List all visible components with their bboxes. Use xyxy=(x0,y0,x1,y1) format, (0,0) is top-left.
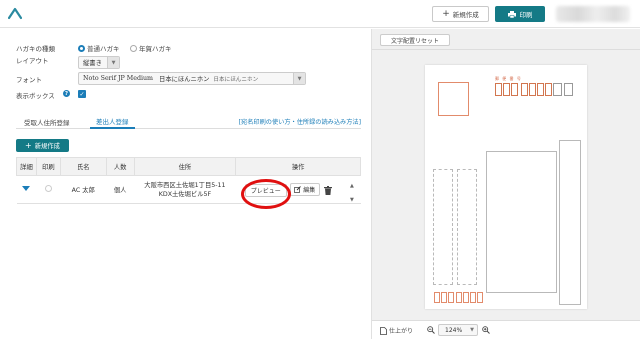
table-scroll-arrows[interactable]: ▲ ▼ xyxy=(350,179,354,207)
font-select-value: Noto Serif JP Medium xyxy=(83,75,154,82)
table-header-detail: 詳細 xyxy=(16,157,37,176)
table-header-count: 人数 xyxy=(105,157,135,176)
zoom-value: 124% xyxy=(445,326,463,334)
chevron-down-icon: ▼ xyxy=(293,73,305,84)
radio-unselected-icon xyxy=(130,44,137,52)
sender-zip-box xyxy=(441,292,447,303)
print-select-radio[interactable] xyxy=(44,185,52,192)
help-link[interactable]: [宛名印刷の使い方・住所録の読み込み方法] xyxy=(239,117,361,126)
preview-panel: 文字配置リセット 郵 便 番 号 仕上がり 124% ▼ xyxy=(371,29,640,339)
recipient-address-area xyxy=(559,140,581,305)
radio-selected-icon xyxy=(78,44,85,52)
sender-name-area xyxy=(457,169,477,285)
reset-layout-label: 文字配置リセット xyxy=(390,37,439,45)
expand-triangle-icon[interactable] xyxy=(22,186,31,191)
stamp-area xyxy=(438,82,469,116)
row-address-line2: KDX土佐堀ビル5F xyxy=(158,190,212,198)
finish-toggle[interactable]: 仕上がり xyxy=(380,326,413,335)
reset-layout-button[interactable]: 文字配置リセット xyxy=(380,34,450,46)
zip-box xyxy=(553,83,562,96)
row-address: 大阪市西区土佐堀1丁目5-11 KDX土佐堀ビル5F xyxy=(134,175,236,204)
table-header-actions: 操作 xyxy=(235,157,361,176)
tab-bar: 受取人住所登録 差出人登録 [宛名印刷の使い方・住所録の読み込み方法] xyxy=(16,114,361,129)
sender-zip-box xyxy=(448,292,454,303)
font-label: フォント xyxy=(16,76,42,84)
divider xyxy=(372,49,640,50)
plus-icon: + xyxy=(25,141,32,150)
sender-zip-box xyxy=(477,292,483,303)
preview-toolbar: 仕上がり 124% ▼ xyxy=(372,320,640,339)
postcard-type-newyear-radio[interactable]: 年賀ハガキ xyxy=(130,43,172,53)
postcard-preview: 郵 便 番 号 xyxy=(425,65,587,309)
show-box-checkbox[interactable]: ✓ xyxy=(78,90,86,98)
sender-zip-box xyxy=(470,292,476,303)
settings-panel: ハガキの種類 普通ハガキ 年賀ハガキ レイアウト 縦書き ▼ フォント Noto… xyxy=(0,29,370,339)
printer-icon xyxy=(507,10,516,18)
sender-table: 詳細 印刷 氏名 人数 住所 操作 AC 太郎 個人 大阪市西区土佐堀1丁目5-… xyxy=(16,157,361,204)
sender-address-area xyxy=(433,169,453,285)
table-header-print: 印刷 xyxy=(35,157,61,176)
print-button[interactable]: 印刷 xyxy=(495,6,545,22)
trash-icon[interactable] xyxy=(323,186,332,195)
document-icon xyxy=(380,326,387,335)
sender-zip-box xyxy=(456,292,462,303)
recipient-name-area xyxy=(486,151,557,293)
expand-row-cell[interactable] xyxy=(16,175,37,204)
plus-icon: + xyxy=(442,9,450,19)
postcard-type-newyear-label: 年賀ハガキ xyxy=(139,45,172,53)
row-count: 個人 xyxy=(106,175,135,204)
user-account-blurred[interactable] xyxy=(556,6,630,22)
annotation-highlight-circle xyxy=(241,179,291,209)
zip-box xyxy=(503,83,510,96)
layout-select-value: 縦書き xyxy=(83,60,102,67)
postcard-type-normal-label: 普通ハガキ xyxy=(87,45,120,53)
zip-box xyxy=(511,83,518,96)
zip-box xyxy=(495,83,502,96)
chevron-down-icon: ▼ xyxy=(107,57,119,68)
top-bar: + 新規作成 印刷 xyxy=(0,0,640,28)
table-header-address: 住所 xyxy=(133,157,237,176)
table-header-name: 氏名 xyxy=(59,157,107,176)
postcard-type-normal-radio[interactable]: 普通ハガキ xyxy=(78,43,120,53)
edit-icon xyxy=(294,185,302,193)
sender-zip-box xyxy=(463,292,469,303)
layout-label: レイアウト xyxy=(16,57,49,65)
zip-box xyxy=(521,83,528,96)
zip-box xyxy=(537,83,544,96)
create-sender-button[interactable]: + 新規作成 xyxy=(16,139,69,152)
tab-sender-label: 差出人登録 xyxy=(96,117,129,126)
show-box-label: 表示ボックス xyxy=(16,92,55,100)
new-document-button[interactable]: + 新規作成 xyxy=(432,6,489,22)
zoom-in-icon[interactable] xyxy=(482,326,490,334)
finish-label: 仕上がり xyxy=(389,328,414,335)
postcard-type-label: ハガキの種類 xyxy=(16,45,55,53)
font-select[interactable]: Noto Serif JP Medium 日本にほんニホン 日本にほんニホン ▼ xyxy=(78,72,306,85)
zoom-out-icon[interactable] xyxy=(427,326,435,334)
print-select-cell[interactable] xyxy=(36,175,61,204)
row-name: AC 太郎 xyxy=(60,175,107,204)
table-header-row: 詳細 印刷 氏名 人数 住所 操作 xyxy=(16,157,361,176)
zip-box xyxy=(564,83,573,96)
table-row: AC 太郎 個人 大阪市西区土佐堀1丁目5-11 KDX土佐堀ビル5F プレビュ… xyxy=(16,175,361,204)
tab-sender-registration[interactable]: 差出人登録 xyxy=(90,114,135,129)
layout-select[interactable]: 縦書き ▼ xyxy=(78,56,120,69)
edit-button[interactable]: 編集 xyxy=(289,182,320,196)
postcard-zip-label: 郵 便 番 号 xyxy=(495,76,522,81)
new-document-label: 新規作成 xyxy=(452,11,479,19)
zip-box xyxy=(529,83,536,96)
help-icon[interactable]: ? xyxy=(63,90,70,97)
tab-recipient-label: 受取人住所登録 xyxy=(24,118,70,127)
chevron-down-icon: ▼ xyxy=(470,327,474,333)
sender-zip-box xyxy=(434,292,440,303)
app-logo[interactable] xyxy=(8,6,22,20)
edit-label: 編集 xyxy=(303,186,316,194)
tab-recipient-address[interactable]: 受取人住所登録 xyxy=(18,114,76,129)
print-label: 印刷 xyxy=(519,11,533,19)
zip-box xyxy=(545,83,552,96)
row-address-line1: 大阪市西区土佐堀1丁目5-11 xyxy=(144,181,226,189)
font-sample-1: 日本にほんニホン xyxy=(159,76,210,83)
font-sample-2: 日本にほんニホン xyxy=(213,76,259,83)
zoom-select[interactable]: 124% ▼ xyxy=(438,324,478,336)
create-sender-label: 新規作成 xyxy=(34,143,60,150)
